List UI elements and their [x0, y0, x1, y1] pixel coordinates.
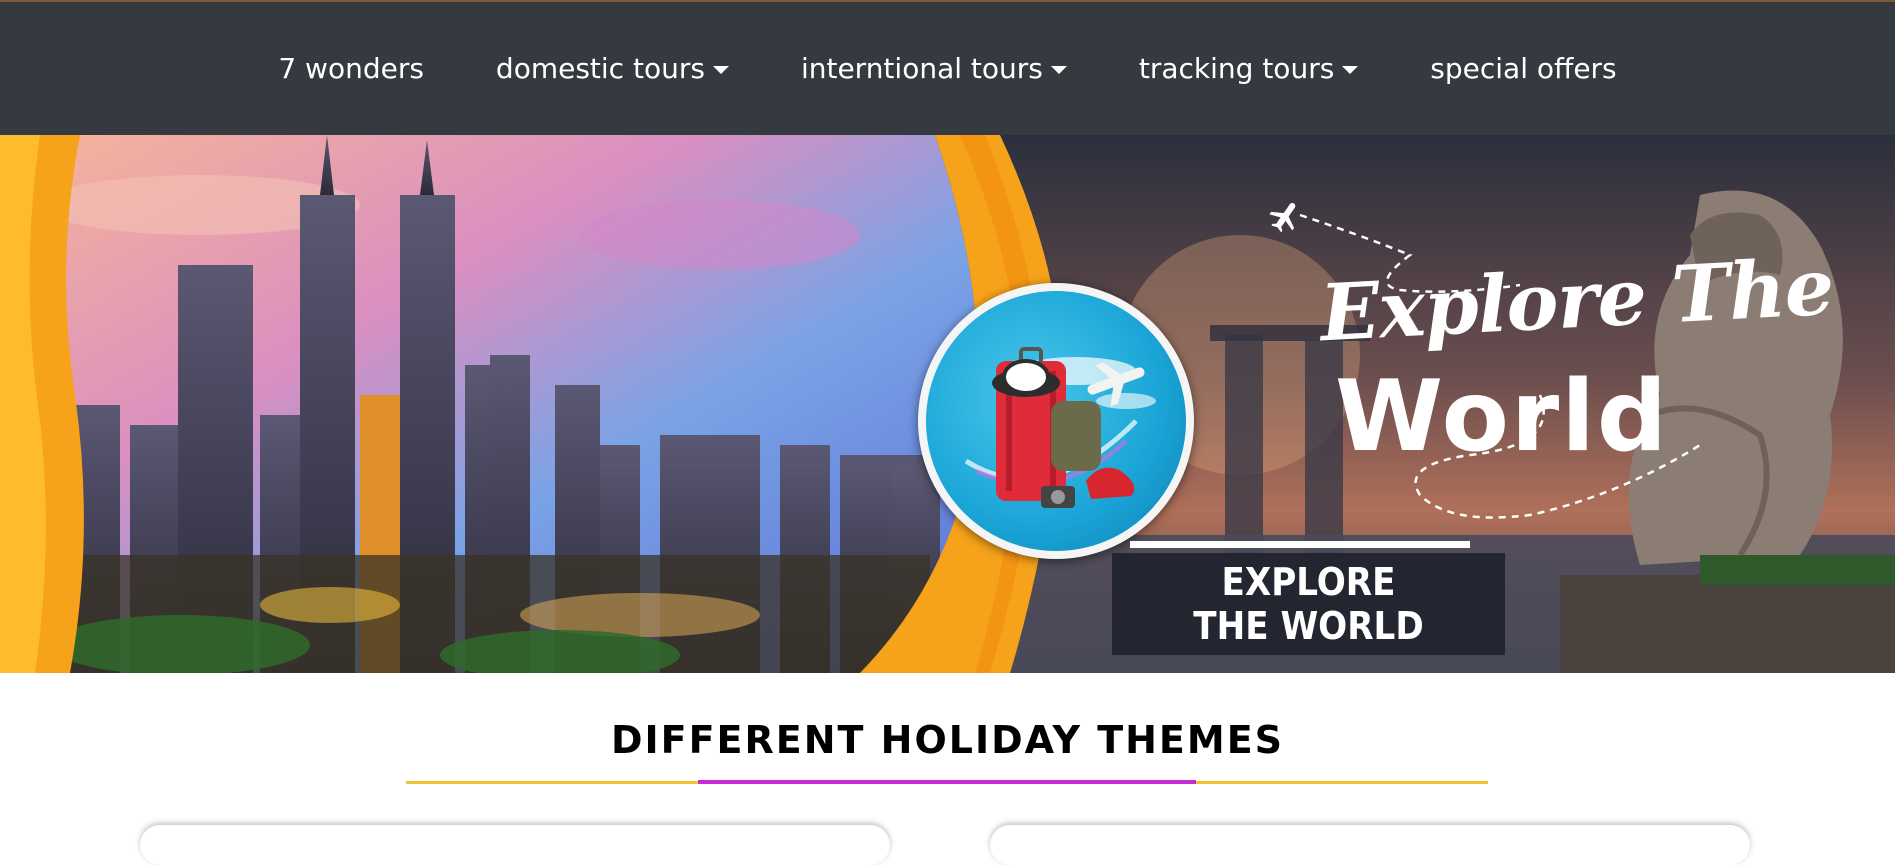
nav-item-7-wonders[interactable]: 7 wonders	[278, 52, 424, 85]
city-lights	[260, 587, 400, 623]
top-navbar: 7 wonders domestic tours interntional to…	[0, 0, 1895, 135]
nav-item-label: special offers	[1430, 52, 1617, 85]
hat-crown	[1002, 359, 1050, 395]
nav-item-label: 7 wonders	[278, 52, 424, 85]
tower-silhouette	[1225, 335, 1263, 565]
theme-card[interactable]	[140, 825, 890, 865]
travel-badge-inner	[926, 291, 1186, 551]
main-nav: 7 wonders domestic tours interntional to…	[0, 2, 1895, 135]
nav-item-label: tracking tours	[1138, 52, 1335, 85]
nav-item-label: interntional tours	[800, 52, 1043, 85]
title-underline-accent	[698, 780, 1196, 784]
cta-label: EXPLORE THE WORLD	[1193, 560, 1424, 648]
trees	[50, 615, 310, 673]
sneaker-icon	[1086, 467, 1135, 499]
caret-down-icon	[1342, 65, 1359, 74]
nav-item-tracking-tours[interactable]: tracking tours	[1138, 52, 1359, 85]
nav-item-label: domestic tours	[495, 52, 705, 85]
theme-card[interactable]	[990, 825, 1750, 865]
wall	[1560, 575, 1895, 673]
nav-item-special-offers[interactable]: special offers	[1430, 52, 1616, 85]
hero-banner: Explore The World EXPLORE THE WORLD	[0, 135, 1895, 673]
hedge	[1700, 555, 1895, 585]
cloud	[1096, 393, 1156, 409]
cloud	[580, 200, 860, 270]
explore-the-world-button[interactable]: EXPLORE THE WORLD	[1112, 553, 1505, 655]
travel-badge	[918, 283, 1194, 559]
cta-divider	[1130, 541, 1470, 548]
section-title: DIFFERENT HOLIDAY THEMES	[610, 718, 1285, 762]
nav-item-international-tours[interactable]: interntional tours	[801, 52, 1067, 85]
banner-headline-bold: World	[1335, 360, 1670, 474]
caret-down-icon	[712, 65, 729, 74]
caret-down-icon	[1050, 65, 1067, 74]
camera-lens	[1051, 490, 1065, 504]
nav-item-domestic-tours[interactable]: domestic tours	[496, 52, 729, 85]
backpack-icon	[1051, 401, 1101, 471]
